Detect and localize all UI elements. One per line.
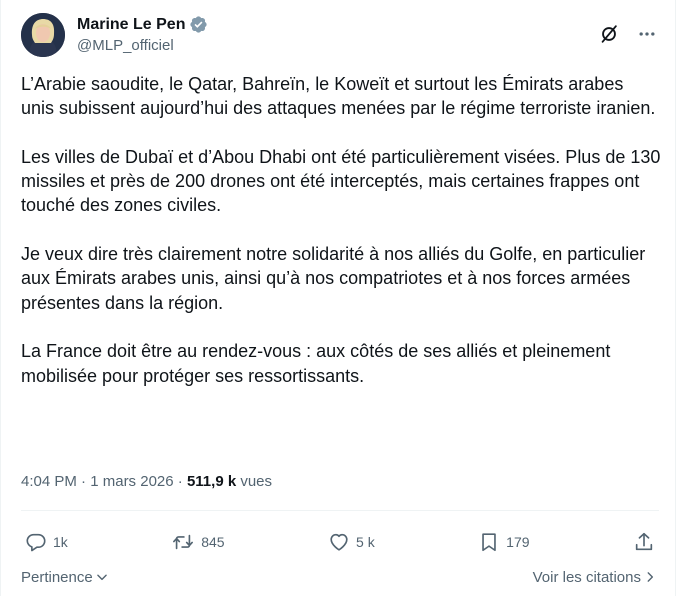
sort-label: Pertinence — [21, 568, 93, 586]
like-count: 5 k — [356, 534, 375, 550]
tweet-paragraph-3: Je veux dire très clairement notre solid… — [21, 244, 646, 313]
tweet-paragraph-2: Les villes de Dubaï et d’Abou Dhabi ont … — [21, 146, 661, 216]
author-info: Marine Le Pen @MLP_officiel — [77, 15, 208, 56]
tweet-footer: Pertinence Voir les citations — [21, 566, 657, 588]
bookmark-icon — [482, 533, 496, 552]
verified-badge-icon[interactable] — [189, 15, 208, 34]
name-row: Marine Le Pen — [77, 15, 208, 35]
like-icon — [330, 533, 348, 551]
meta-separator: · — [76, 473, 91, 490]
tweet-date[interactable]: 1 mars 2026 — [90, 473, 173, 490]
tweet-detail: Marine Le Pen @MLP_officiel L’Arabie sao… — [0, 0, 676, 596]
bookmark-button[interactable]: 179 — [478, 531, 530, 553]
like-button[interactable]: 5 k — [328, 531, 375, 553]
avatar[interactable] — [21, 13, 65, 57]
meta-separator-2: · — [173, 473, 187, 490]
repost-button[interactable]: 845 — [171, 531, 225, 553]
author-display-name[interactable]: Marine Le Pen — [77, 15, 185, 35]
views-label: vues — [236, 473, 273, 490]
sort-dropdown[interactable]: Pertinence — [21, 569, 109, 586]
share-icon — [635, 532, 653, 551]
tweet-paragraph-1: L’Arabie saoudite, le Qatar, Bahreïn, le… — [21, 74, 656, 119]
repost-count: 845 — [201, 534, 225, 550]
reply-icon — [26, 533, 46, 552]
view-quotes-link[interactable]: Voir les citations — [533, 569, 657, 586]
grok-icon[interactable] — [597, 22, 621, 46]
header-actions — [597, 22, 659, 46]
chevron-down-icon — [96, 574, 107, 581]
chevron-right-icon — [647, 572, 654, 582]
divider — [21, 510, 659, 511]
tweet-meta: 4:04 PM · 1 mars 2026 · 511,9 k vues — [21, 472, 272, 492]
more-icon[interactable] — [635, 22, 659, 46]
share-button[interactable] — [633, 531, 655, 553]
reply-count: 1k — [53, 534, 68, 550]
action-bar: 1k 845 5 k 179 — [25, 528, 655, 556]
tweet-time[interactable]: 4:04 PM — [21, 473, 77, 490]
reply-button[interactable]: 1k — [25, 531, 68, 553]
tweet-text: L’Arabie saoudite, le Qatar, Bahreïn, le… — [21, 72, 661, 388]
bookmark-count: 179 — [506, 534, 530, 550]
views-count: 511,9 k — [186, 473, 237, 490]
tweet-header: Marine Le Pen @MLP_officiel — [21, 12, 659, 58]
author-handle[interactable]: @MLP_officiel — [77, 36, 208, 56]
repost-icon — [173, 534, 194, 550]
tweet-paragraph-4: La France doit être au rendez-vous : aux… — [21, 341, 611, 386]
quotes-label: Voir les citations — [532, 568, 641, 586]
